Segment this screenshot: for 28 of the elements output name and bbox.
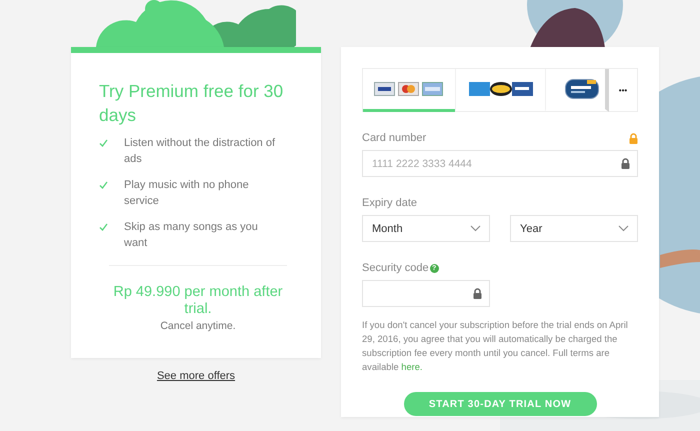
field-label: Expiry date xyxy=(362,197,418,209)
feature-text: Listen without the distraction of ads xyxy=(124,136,276,167)
chevron-down-icon xyxy=(618,225,629,232)
more-offers-link[interactable]: See more offers xyxy=(156,370,236,382)
check-icon xyxy=(99,223,108,231)
feature-text: Skip as many songs as you want xyxy=(124,220,259,251)
payment-method-tab[interactable] xyxy=(545,69,609,112)
bank-logo-icon xyxy=(565,79,599,99)
card-number-field[interactable]: 1111 2222 3333 4444 xyxy=(362,150,638,177)
field-label: Security code xyxy=(362,262,429,274)
lock-icon xyxy=(473,288,482,299)
lock-icon xyxy=(629,132,638,144)
bank-logos-icon xyxy=(468,82,532,96)
feature-text: Play music with no phone service xyxy=(124,178,250,209)
price-text: Rp 49.990 per month after trial. xyxy=(112,284,284,318)
security-code-field[interactable] xyxy=(362,280,490,307)
check-icon xyxy=(99,181,108,189)
offer-title: Try Premium free for 30 days xyxy=(99,80,284,127)
check-icon xyxy=(99,139,108,147)
card-logos-icon xyxy=(374,82,444,96)
terms-text: If you don't cancel your subscription before the trial ends on April 29, 2016, you agree that you will automatically be charged the subscription fee every month until you cancel. Full terms are available here. xyxy=(362,319,629,374)
more-button[interactable]: ••• xyxy=(609,69,637,111)
chevron-down-icon xyxy=(470,225,481,232)
field-label: Card number xyxy=(362,132,426,144)
month-select[interactable]: Month xyxy=(362,215,490,242)
year-select[interactable]: Year xyxy=(510,215,638,242)
lock-icon xyxy=(621,158,630,169)
cancel-note: Cancel anytime. xyxy=(159,320,237,332)
